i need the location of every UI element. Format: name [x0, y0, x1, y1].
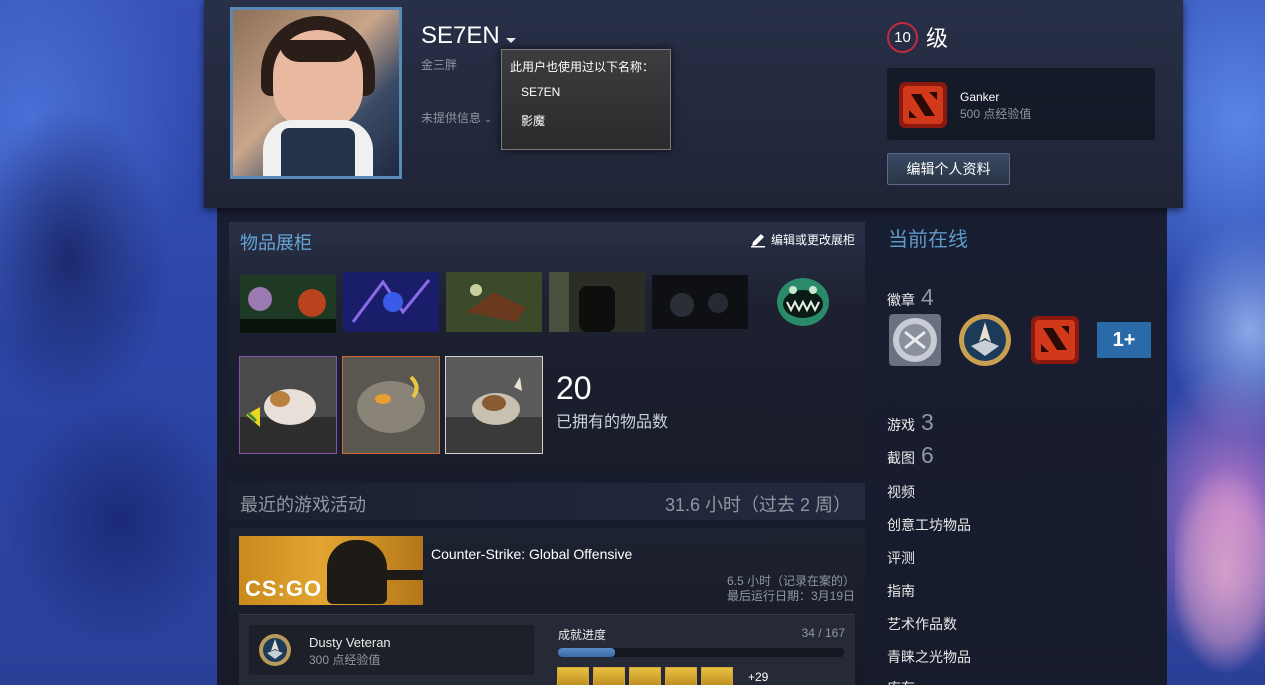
level-badge: 10 [887, 21, 918, 53]
sidebar-link-inventory[interactable]: 库存 [887, 678, 915, 685]
showcase-item-slot[interactable] [445, 356, 543, 454]
owned-items-label: 已拥有的物品数 [556, 414, 669, 431]
real-name: 金三胖 [421, 58, 458, 72]
sidebar-link-reviews[interactable]: 评测 [887, 548, 915, 568]
capsule-gun [359, 570, 423, 580]
no-info-text: 未提供信息 [421, 111, 482, 125]
achievement-icon[interactable] [629, 667, 661, 685]
last-played: 最后运行日期：3月19日 [726, 589, 855, 603]
more-badges-button[interactable]: 1+ [1097, 322, 1151, 358]
recent-activity-header: 最近的游戏活动 31.6 小时（过去 2 周） [229, 483, 865, 520]
hours-on-record: 6.5 小时（记录在案的） [726, 574, 855, 588]
recent-activity-title: 最近的游戏活动 [240, 495, 366, 515]
online-status: 当前在线 [888, 229, 968, 251]
badges-link[interactable]: 徽章 4 [887, 284, 934, 311]
screenshot-thumbnail[interactable] [240, 275, 336, 333]
games-link[interactable]: 游戏 3 [887, 409, 934, 436]
dota-badge-icon[interactable] [1027, 312, 1083, 368]
recent-game-card: CS:GO Counter-Strike: Global Offensive 6… [229, 528, 865, 685]
achievement-icon[interactable] [665, 667, 697, 685]
badge-name: Ganker [960, 90, 1000, 104]
game-badge-xp: 300 点经验值 [309, 653, 381, 667]
achievement-progress-fill [558, 648, 616, 657]
aliases-title: 此用户也使用过以下名称： [510, 60, 655, 74]
avatar[interactable] [230, 7, 402, 179]
screenshot-image [652, 275, 748, 329]
screenshot-thumbnail[interactable] [652, 275, 748, 329]
favorite-badge[interactable]: Ganker 500 点经验值 [887, 68, 1155, 140]
showcase-title: 物品展柜 [240, 233, 312, 253]
alias-item: SE7EN [521, 85, 561, 99]
csgo-badge-icon[interactable] [957, 312, 1013, 368]
aliases-popup: 此用户也使用过以下名称： SE7EN 影魔 [501, 49, 671, 150]
achievement-progress-bar [558, 648, 844, 657]
badge-xp: 500 点经验值 [960, 107, 1032, 121]
screenshot-image [446, 272, 542, 332]
badges-label: 徽章 [887, 292, 915, 308]
game-details: Dusty Veteran 300 点经验值 成就进度 34 / 167 +29 [239, 614, 855, 685]
persona-name-dropdown[interactable]: SE7EN [421, 22, 516, 50]
csgo-badge-icon [259, 634, 291, 666]
badges-count: 4 [921, 284, 934, 310]
achievement-icon[interactable] [557, 667, 589, 685]
sidebar-link-workshop[interactable]: 创意工坊物品 [887, 515, 971, 535]
achievement-icon[interactable] [593, 667, 625, 685]
showcase-item-slot[interactable] [239, 356, 337, 454]
creature-icon [777, 278, 829, 326]
avatar-overall [281, 128, 355, 176]
edit-showcase-link[interactable]: 编辑或更改展柜 [750, 231, 855, 248]
screenshots-count: 6 [921, 442, 934, 468]
owned-items-count: 20 [556, 370, 592, 406]
showcase-item-slot[interactable] [342, 356, 440, 454]
community-badge-icon[interactable] [887, 312, 943, 368]
screenshot-image [549, 272, 645, 332]
alias-item: 影魔 [521, 114, 546, 128]
csgo-logo: CS:GO [245, 576, 323, 601]
item-image [343, 357, 439, 453]
screenshot-image [240, 275, 336, 333]
chevron-down-icon [505, 37, 516, 43]
screenshots-label: 截图 [887, 450, 915, 466]
no-info-link[interactable]: 未提供信息 ⌄ [421, 109, 492, 126]
game-badge-name: Dusty Veteran [309, 635, 391, 650]
item-image [240, 357, 336, 453]
game-badge[interactable]: Dusty Veteran 300 点经验值 [249, 625, 534, 675]
level-label: 级 [926, 26, 949, 51]
screenshot-thumbnail[interactable] [343, 272, 439, 332]
profile-header: SE7EN 金三胖 未提供信息 ⌄ 此用户也使用过以下名称： SE7EN 影魔 … [204, 0, 1183, 208]
persona-name: SE7EN [421, 22, 500, 49]
sidebar-link-videos[interactable]: 视频 [887, 482, 915, 502]
edit-showcase-label: 编辑或更改展柜 [770, 233, 855, 247]
screenshot-thumbnail[interactable] [549, 272, 645, 332]
games-label: 游戏 [887, 417, 915, 433]
sidebar-link-guides[interactable]: 指南 [887, 581, 915, 601]
screenshots-link[interactable]: 截图 6 [887, 442, 934, 469]
item-image [446, 357, 542, 453]
games-count: 3 [921, 409, 934, 435]
achievement-icon[interactable] [701, 667, 733, 685]
profile-level[interactable]: 10 级 [887, 21, 948, 53]
edit-profile-button[interactable]: 编辑个人资料 [887, 153, 1010, 185]
recent-hours: 31.6 小时（过去 2 周） [664, 495, 851, 515]
achievement-progress-label: 成就进度 [558, 628, 607, 642]
game-capsule[interactable]: CS:GO [239, 536, 423, 605]
pencil-icon [750, 233, 765, 247]
game-playtime: 6.5 小时（记录在案的） 最后运行日期：3月19日 [727, 574, 855, 604]
background-figure [1175, 430, 1265, 685]
creature-badge-thumbnail[interactable] [775, 272, 831, 330]
achievement-count: 34 / 167 [801, 626, 845, 640]
screenshot-image [343, 272, 439, 332]
avatar-bangs [279, 40, 357, 62]
sidebar-link-greenlight[interactable]: 青睐之光物品 [887, 647, 971, 667]
more-achievements[interactable]: +29 [748, 670, 768, 684]
chevron-down-icon: ⌄ [481, 114, 493, 125]
achievement-icons [557, 667, 733, 685]
game-name-link[interactable]: Counter-Strike: Global Offensive [431, 546, 632, 562]
sidebar-link-artwork[interactable]: 艺术作品数 [887, 614, 957, 634]
screenshot-thumbnail[interactable] [446, 272, 542, 332]
dota-badge-icon [899, 82, 947, 128]
item-showcase: 物品展柜 编辑或更改展柜 20 已拥有的物品数 [229, 222, 865, 470]
